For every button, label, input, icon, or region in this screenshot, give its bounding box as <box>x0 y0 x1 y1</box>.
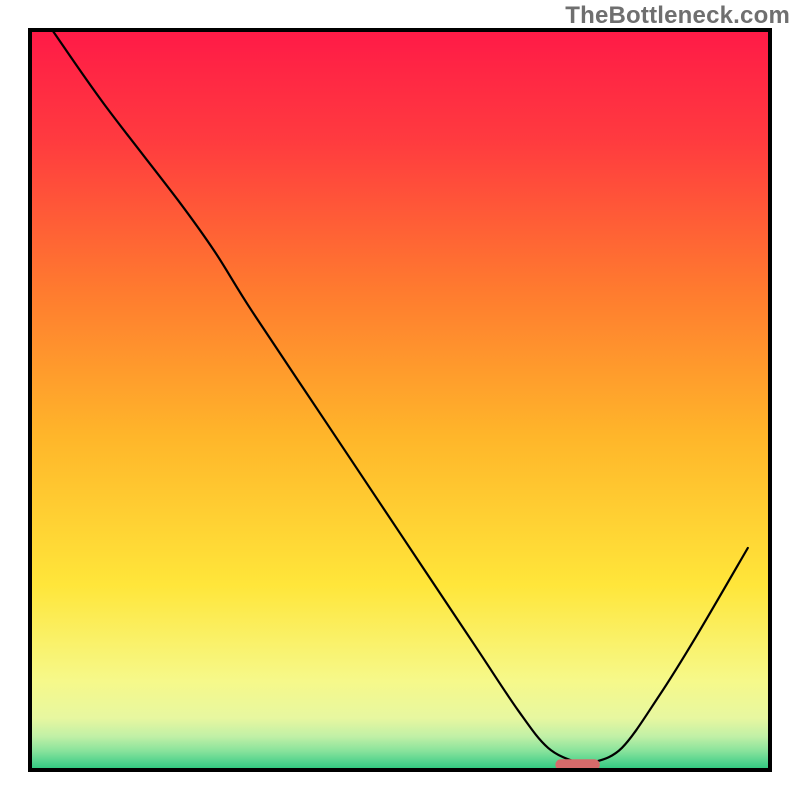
chart-background <box>30 30 770 770</box>
chart-container: TheBottleneck.com <box>0 0 800 800</box>
bottleneck-chart <box>0 0 800 800</box>
watermark-label: TheBottleneck.com <box>565 2 790 30</box>
